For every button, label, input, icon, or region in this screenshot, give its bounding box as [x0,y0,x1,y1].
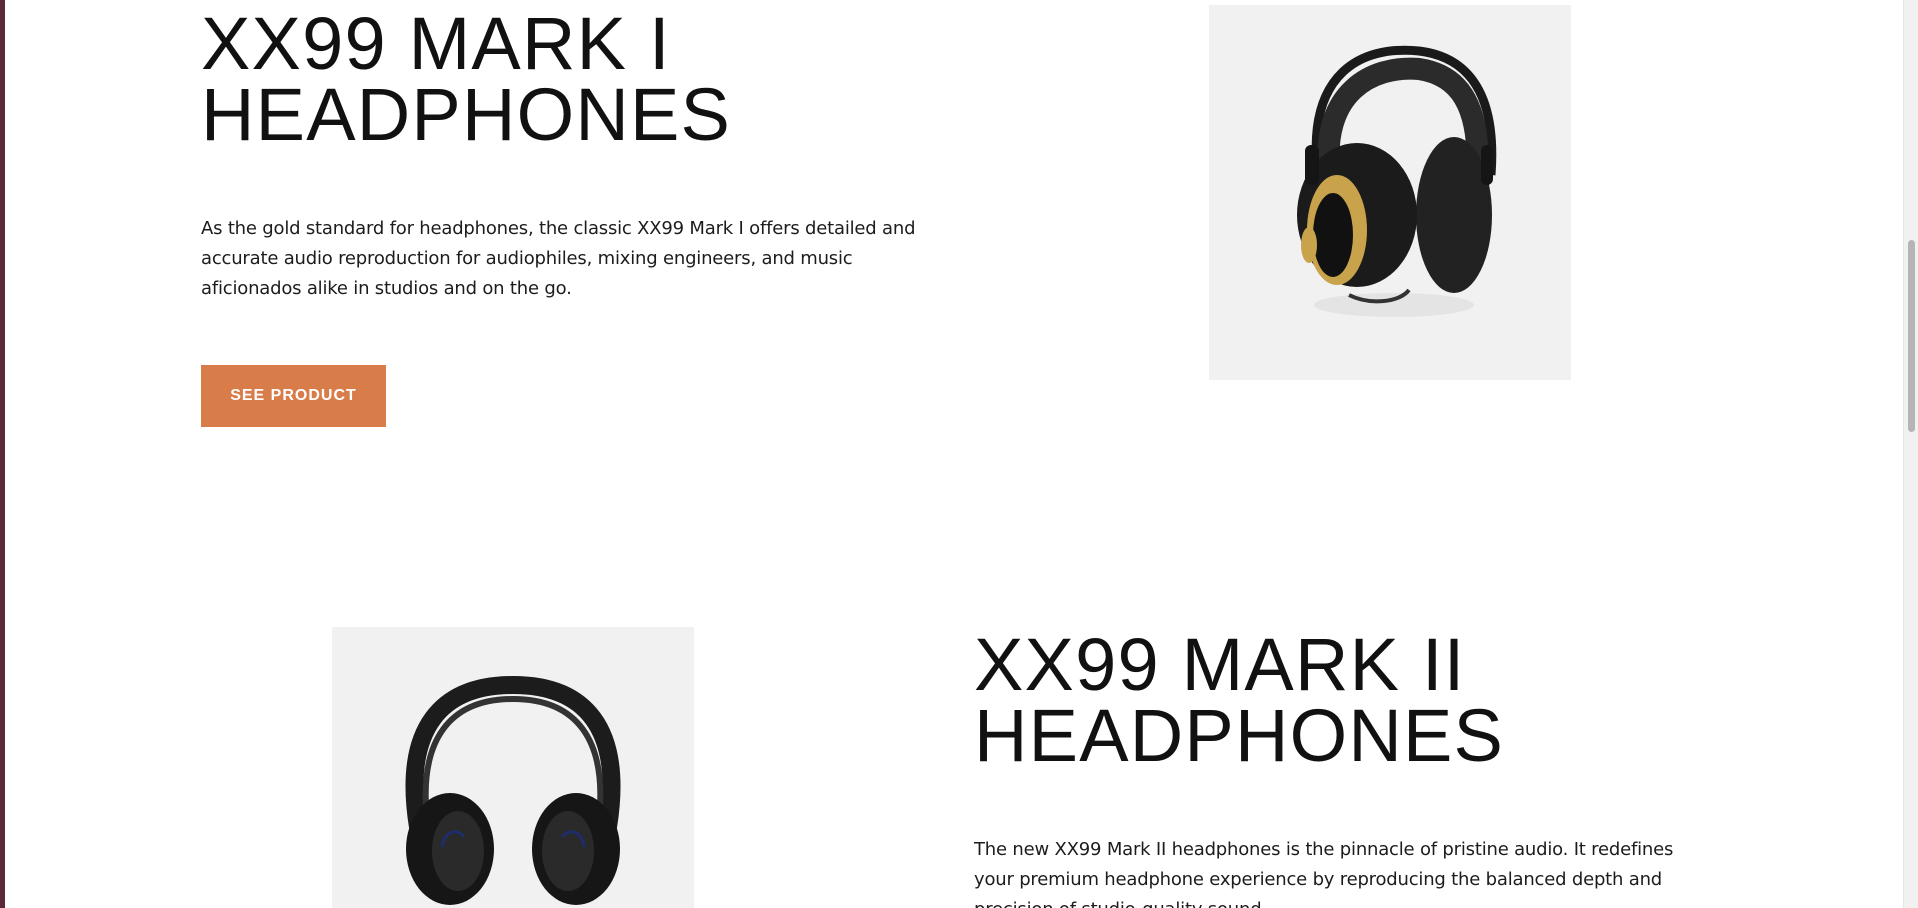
product-title-xx99-mark-i: XX99 MARK I HEADPHONES [201,2,732,156]
scrollbar-thumb[interactable] [1908,240,1915,432]
product-description-xx99-mark-i: As the gold standard for headphones, the… [201,218,916,299]
page: XX99 MARK I HEADPHONES As the gold stand… [5,0,1903,908]
see-product-button[interactable]: SEE PRODUCT [201,365,386,427]
product-image-xx99-mark-ii[interactable] [332,627,694,908]
headphones-icon [405,675,621,905]
product-title-xx99-mark-ii: XX99 MARK II HEADPHONES [974,623,1505,777]
headphones-icon [1297,45,1497,317]
vertical-scrollbar[interactable] [1903,0,1918,908]
product-description-xx99-mark-ii: The new XX99 Mark II headphones is the p… [974,839,1674,908]
product-image-xx99-mark-i[interactable] [1209,5,1571,380]
